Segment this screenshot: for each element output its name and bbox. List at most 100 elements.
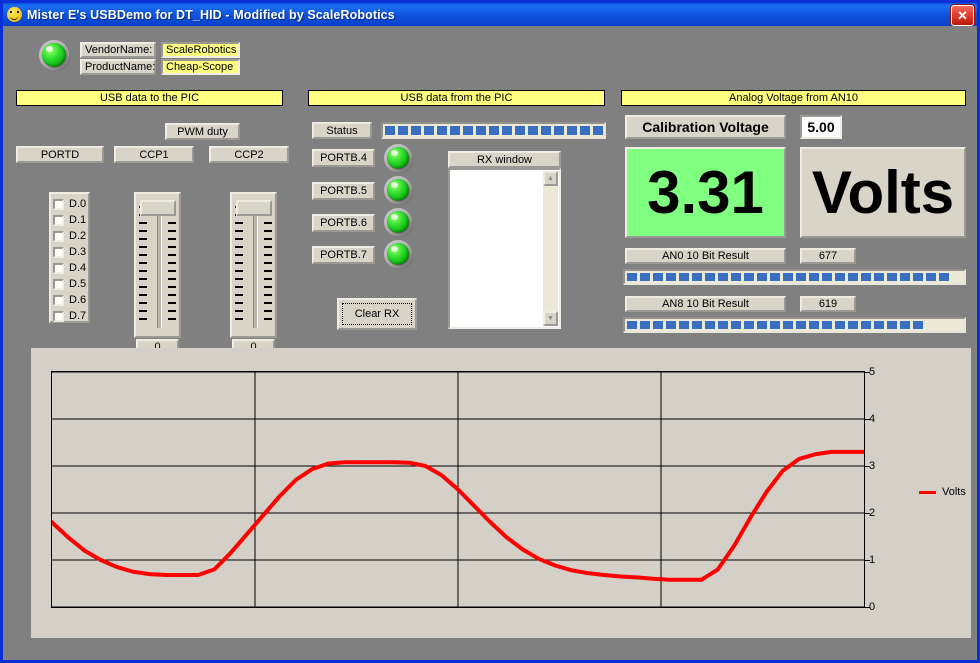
portd-bit-label: D.3 (69, 246, 86, 258)
progress-segment (640, 273, 650, 281)
progress-segment (437, 126, 447, 135)
an0-result-label: AN0 10 Bit Result (625, 248, 786, 264)
progress-segment (809, 273, 819, 281)
progress-segment (731, 321, 741, 329)
window-title: Mister E's USBDemo for DT_HID - Modified… (27, 8, 395, 22)
an8-progress-bar (623, 317, 966, 333)
portb5-label: PORTB.5 (312, 182, 375, 200)
an0-progress-fill (627, 273, 952, 281)
portb7-led (387, 243, 409, 265)
portd-checkbox-d4[interactable]: D.4 (53, 261, 88, 275)
progress-segment (385, 126, 395, 135)
an8-result-label: AN8 10 Bit Result (625, 296, 786, 312)
checkbox-d2[interactable] (53, 231, 64, 242)
progress-segment (541, 126, 551, 135)
progress-segment (580, 126, 590, 135)
progress-segment (783, 273, 793, 281)
portd-bit-label: D.6 (69, 294, 86, 306)
chart-y-tick-label: 1 (869, 554, 875, 566)
progress-segment (567, 126, 577, 135)
clear-rx-button[interactable]: Clear RX (337, 298, 417, 330)
checkbox-d4[interactable] (53, 263, 64, 274)
rx-window-text-area[interactable]: ▲ ▼ (448, 168, 561, 329)
product-name-label: ProductName: (80, 59, 156, 75)
chart-y-tick-label: 4 (869, 413, 875, 425)
chart-panel: 543210 Volts (31, 348, 971, 638)
ccp2-slider-thumb[interactable] (236, 200, 272, 216)
close-icon[interactable]: ✕ (951, 5, 974, 26)
portb6-label: PORTB.6 (312, 214, 375, 232)
chart-legend: Volts (919, 486, 966, 498)
ccp1-slider-track (157, 204, 162, 328)
portd-checkbox-d5[interactable]: D.5 (53, 277, 88, 291)
portd-checkbox-d3[interactable]: D.3 (53, 245, 88, 259)
connection-led-ring (39, 40, 69, 70)
ccp2-slider[interactable] (230, 192, 277, 338)
progress-segment (861, 273, 871, 281)
progress-segment (744, 273, 754, 281)
progress-segment (489, 126, 499, 135)
progress-segment (822, 273, 832, 281)
portd-checkbox-d2[interactable]: D.2 (53, 229, 88, 243)
progress-segment (666, 321, 676, 329)
portb7-led-ring (384, 240, 412, 268)
progress-segment (757, 273, 767, 281)
portb5-led (387, 179, 409, 201)
title-bar[interactable]: Mister E's USBDemo for DT_HID - Modified… (3, 3, 977, 26)
rx-window-scrollbar[interactable]: ▲ ▼ (543, 171, 558, 326)
progress-segment (679, 273, 689, 281)
checkbox-d0[interactable] (53, 199, 64, 210)
progress-segment (593, 126, 603, 135)
ccp2-slider-track (253, 204, 258, 328)
scroll-down-icon[interactable]: ▼ (543, 311, 558, 326)
progress-segment (913, 273, 923, 281)
checkbox-d1[interactable] (53, 215, 64, 226)
portd-checkbox-d6[interactable]: D.6 (53, 293, 88, 307)
ccp1-ticks-left (139, 206, 147, 326)
progress-segment (770, 321, 780, 329)
progress-segment (848, 273, 858, 281)
an0-progress-bar (623, 269, 966, 285)
progress-segment (554, 126, 564, 135)
progress-segment (887, 321, 897, 329)
ccp1-slider-thumb[interactable] (140, 200, 176, 216)
scroll-up-icon[interactable]: ▲ (543, 171, 558, 186)
portb4-led-ring (384, 144, 412, 172)
progress-segment (770, 273, 780, 281)
progress-segment (835, 321, 845, 329)
voltage-value: 3.31 (647, 163, 764, 223)
chart-line-series (52, 372, 864, 607)
legend-label-volts: Volts (942, 486, 966, 498)
progress-segment (796, 273, 806, 281)
status-label: Status (312, 122, 372, 139)
status-progress-bar (381, 122, 606, 139)
progress-segment (705, 321, 715, 329)
portd-bit-label: D.7 (69, 310, 86, 322)
checkbox-d3[interactable] (53, 247, 64, 258)
ccp1-slider[interactable] (134, 192, 181, 338)
progress-segment (692, 273, 702, 281)
portb6-led-ring (384, 208, 412, 236)
portb7-label: PORTB.7 (312, 246, 375, 264)
checkbox-d6[interactable] (53, 295, 64, 306)
progress-segment (744, 321, 754, 329)
voltage-readout: 3.31 (625, 147, 786, 238)
progress-segment (809, 321, 819, 329)
portd-checkbox-d0[interactable]: D.0 (53, 197, 88, 211)
progress-segment (835, 273, 845, 281)
progress-segment (874, 321, 884, 329)
progress-segment (887, 273, 897, 281)
portd-checkbox-d1[interactable]: D.1 (53, 213, 88, 227)
progress-segment (627, 321, 637, 329)
legend-swatch-volts (919, 491, 936, 494)
progress-segment (640, 321, 650, 329)
calibration-voltage-input[interactable]: 5.00 (800, 115, 842, 139)
progress-segment (731, 273, 741, 281)
portd-bit-label: D.1 (69, 214, 86, 226)
progress-segment (476, 126, 486, 135)
progress-segment (848, 321, 858, 329)
checkbox-d7[interactable] (53, 311, 64, 322)
checkbox-d5[interactable] (53, 279, 64, 290)
progress-segment (424, 126, 434, 135)
portd-checkbox-d7[interactable]: D.7 (53, 309, 88, 323)
